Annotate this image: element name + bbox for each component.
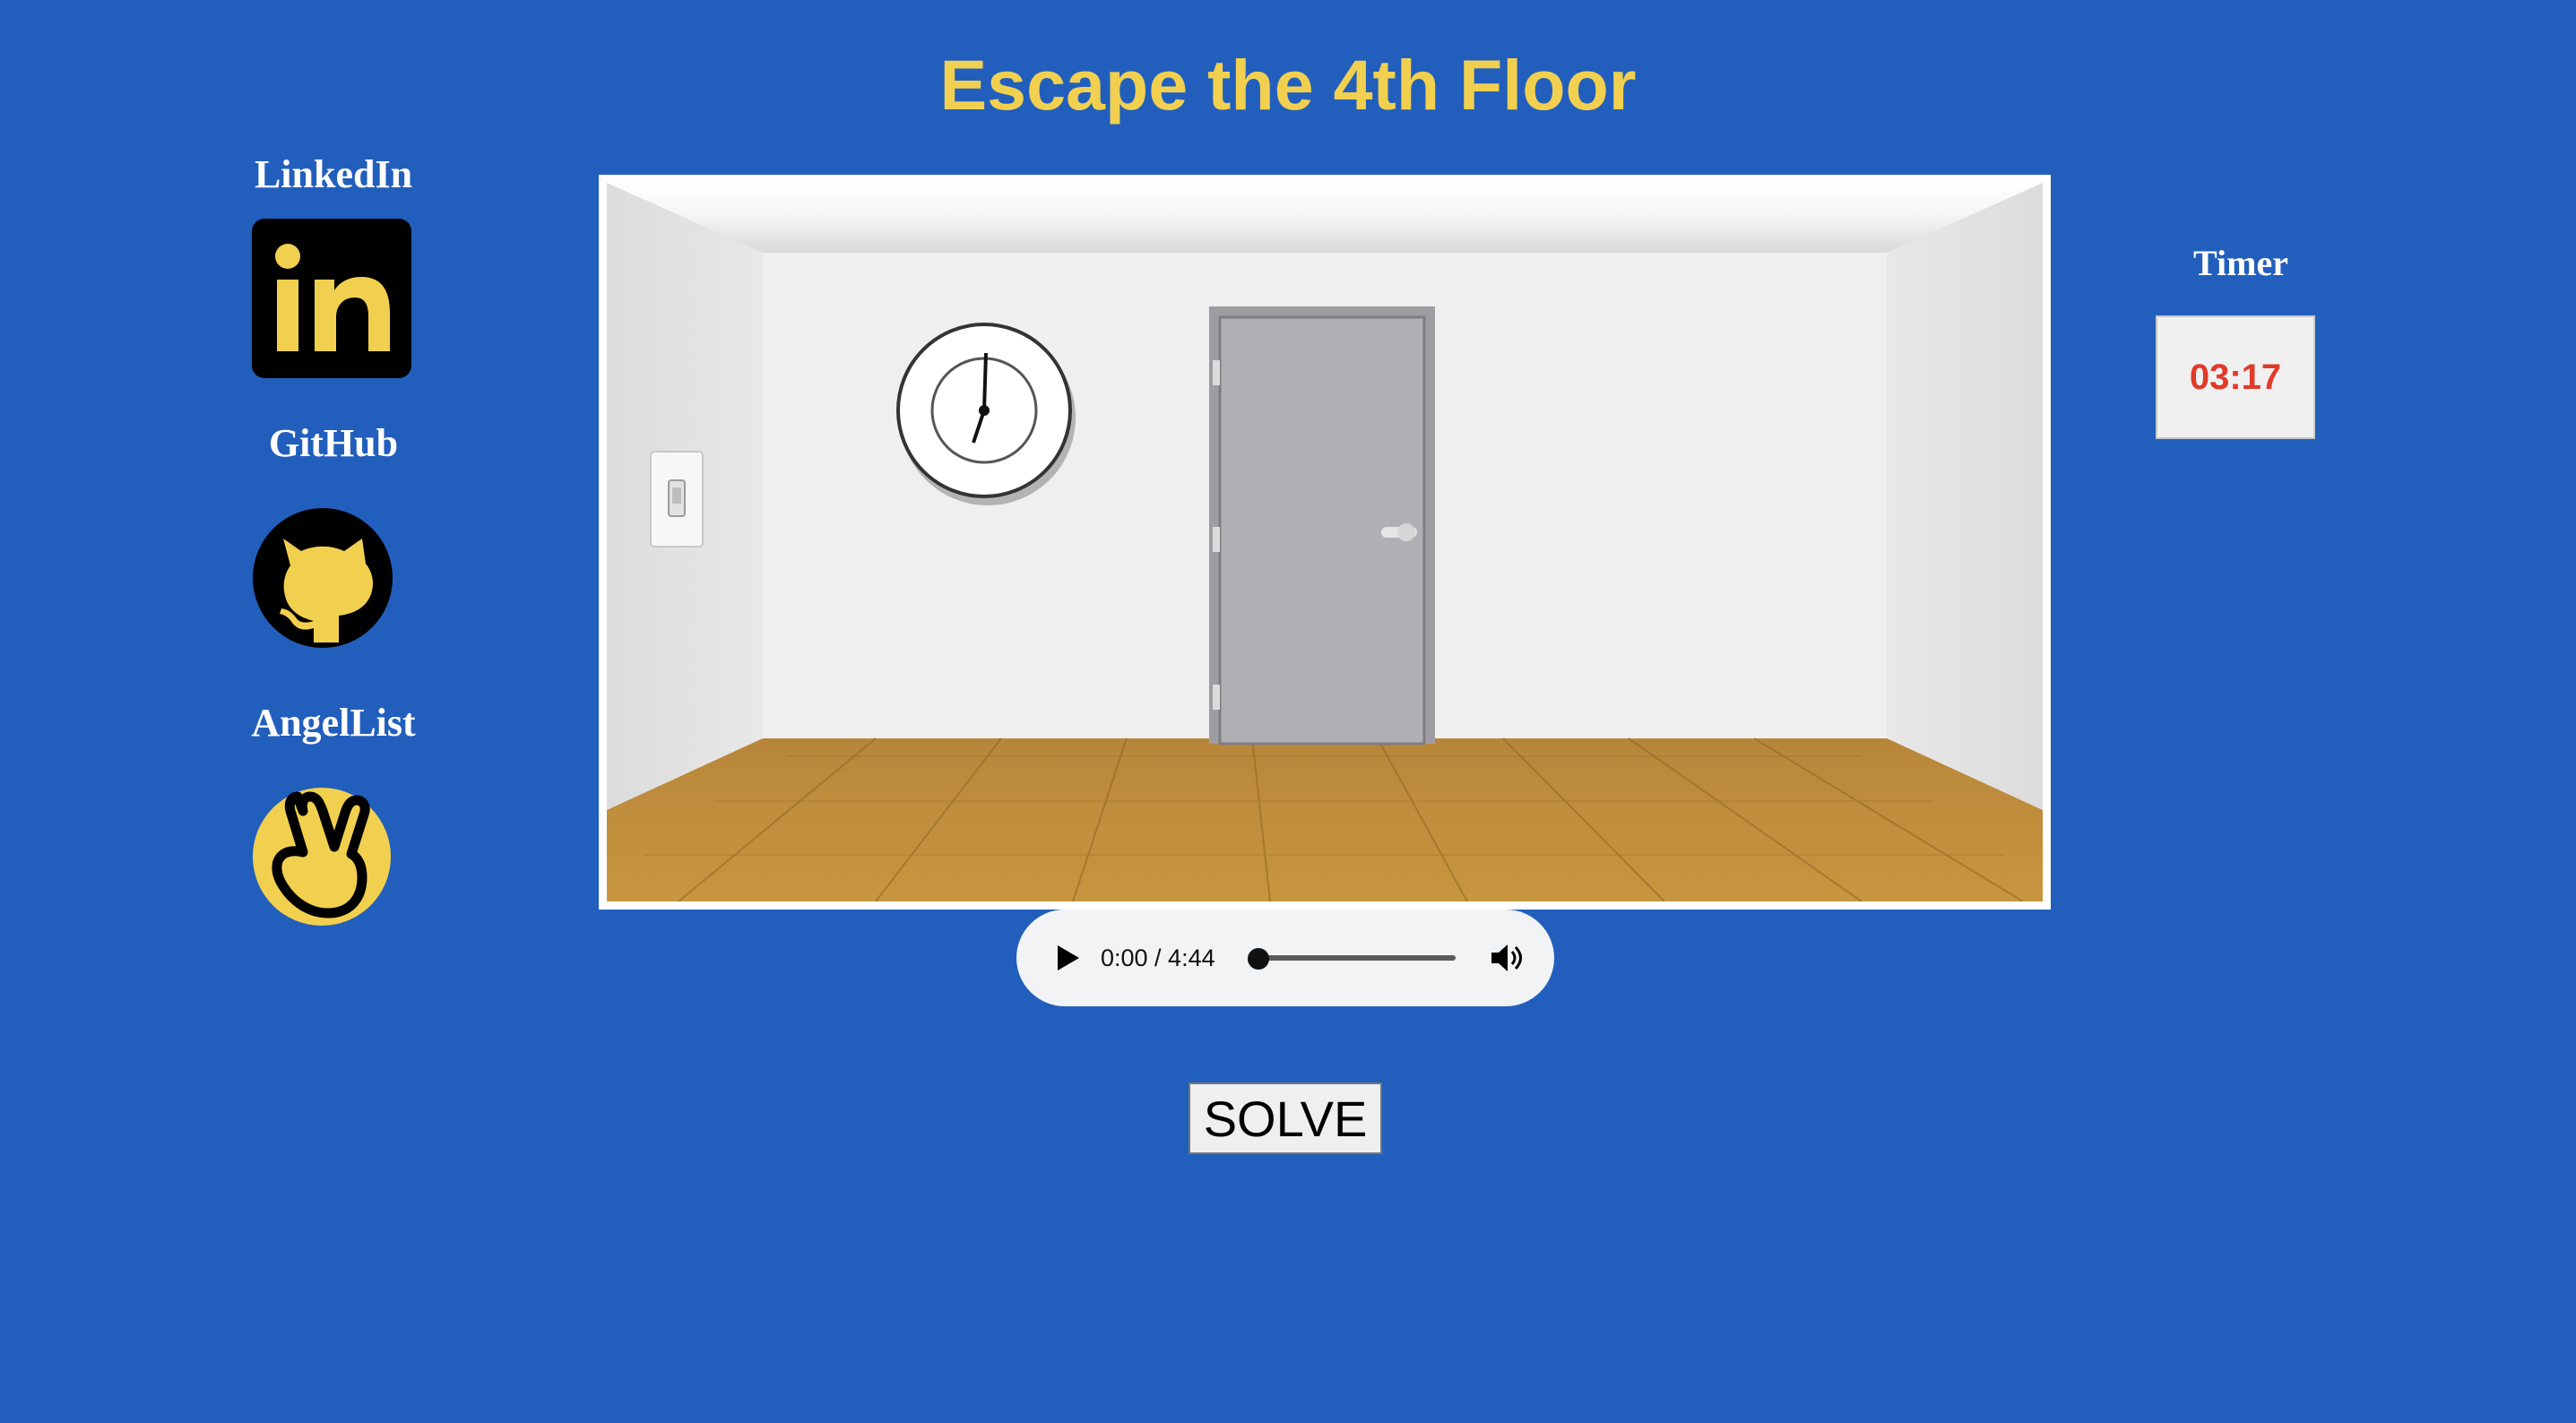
- github-icon: [253, 508, 393, 648]
- page-title: Escape the 4th Floor: [939, 45, 1637, 125]
- timer-display: 03:17: [2156, 315, 2315, 439]
- linkedin-label: LinkedIn: [254, 152, 413, 196]
- audio-progress-thumb[interactable]: [1248, 948, 1269, 970]
- audio-player: 0:00 / 4:44: [1016, 910, 1554, 1006]
- timer-label: Timer: [2193, 243, 2288, 283]
- angellist-link[interactable]: [251, 786, 393, 932]
- audio-progress-track[interactable]: [1258, 955, 1456, 961]
- volume-icon[interactable]: [1486, 938, 1526, 978]
- linkedin-icon: [252, 219, 411, 378]
- play-icon[interactable]: [1049, 940, 1085, 976]
- linkedin-link[interactable]: [252, 219, 411, 383]
- room-scene-art: [607, 183, 2043, 901]
- github-label: GitHub: [268, 421, 399, 465]
- light-switch: [650, 451, 704, 548]
- room-scene: [599, 175, 2051, 910]
- angellist-icon: [253, 788, 391, 926]
- wall-clock: [896, 323, 1076, 505]
- audio-time: 0:00 / 4:44: [1101, 944, 1215, 971]
- door: [1209, 306, 1435, 746]
- angellist-label: AngelList: [251, 701, 416, 745]
- solve-button[interactable]: SOLVE: [1189, 1082, 1382, 1154]
- github-link[interactable]: [251, 506, 394, 654]
